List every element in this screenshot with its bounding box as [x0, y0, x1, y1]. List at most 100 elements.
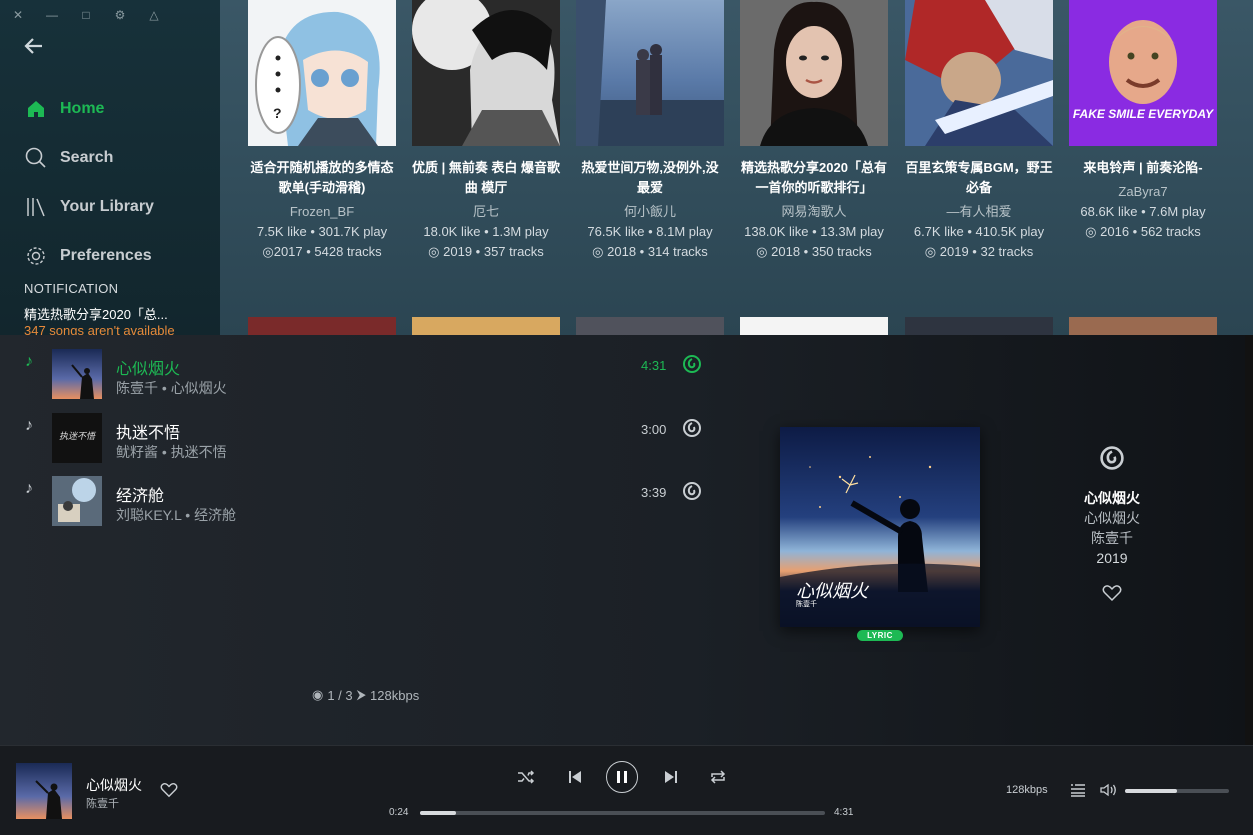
shuffle-icon[interactable] — [516, 761, 536, 793]
previous-icon[interactable] — [565, 761, 585, 793]
volume-slider[interactable] — [1125, 789, 1229, 793]
queue-position: 1 / 3 — [327, 687, 353, 703]
track-title[interactable]: 心似烟火 — [116, 355, 180, 379]
netease-icon: ◎ — [262, 244, 274, 259]
heart-icon[interactable] — [160, 782, 178, 803]
playlist-card[interactable]: 热爱世间万物,没例外,没最爱 何小飯儿 76.5K like • 8.1M pl… — [575, 0, 725, 262]
playlist-cover[interactable] — [412, 317, 560, 335]
playlist-cover[interactable]: FAKE SMILE EVERYDAY — [1069, 0, 1217, 146]
playlist-cover[interactable] — [412, 0, 560, 146]
info-album[interactable]: 心似烟火 — [1012, 508, 1212, 528]
netease-source-icon[interactable] — [682, 354, 702, 374]
track-title[interactable]: 经济舱 — [116, 482, 164, 506]
player-thumbnail[interactable] — [16, 763, 72, 819]
netease-source-icon[interactable] — [682, 481, 702, 501]
track-artist[interactable]: 刘聪KEY.L — [116, 507, 181, 523]
player-artist[interactable]: 陈壹千 — [86, 795, 119, 811]
playlist-meta-text: 2019 • 357 tracks — [443, 244, 544, 259]
playlist-meta: ◎ 2019 • 32 tracks — [904, 242, 1054, 262]
playlist-title[interactable]: 精选热歌分享2020「总有一首你的听歌排行」 — [739, 158, 889, 198]
next-icon[interactable] — [661, 761, 681, 793]
pause-button[interactable] — [606, 761, 638, 793]
repeat-icon[interactable] — [708, 761, 728, 793]
back-arrow-icon[interactable] — [22, 34, 46, 63]
library-icon — [24, 195, 48, 219]
notification-title: NOTIFICATION — [24, 281, 119, 296]
album-cover[interactable]: 心似烟火 陈壹千 — [780, 427, 980, 627]
track-separator: • — [185, 507, 191, 523]
playlist-meta-text: 2017 • 5428 tracks — [273, 244, 382, 259]
playlist-title[interactable]: 热爱世间万物,没例外,没最爱 — [575, 158, 725, 198]
playlist-cover[interactable] — [740, 317, 888, 335]
playlist-card[interactable]: 百里玄策专属BGM，野王必备 —有人相爱 6.7K like • 410.5K … — [904, 0, 1054, 262]
playlist-card[interactable]: 优质 | 無前奏 表白 爆音歌曲 模厅 厄七 18.0K like • 1.3M… — [411, 0, 561, 262]
playlist-cover[interactable] — [576, 0, 724, 146]
record-icon: ◉ — [312, 687, 324, 702]
elapsed-time: 0:24 — [389, 807, 409, 818]
track-album[interactable]: 经济舱 — [194, 507, 236, 523]
progress-bar[interactable] — [420, 811, 825, 815]
playlist-cover[interactable] — [740, 0, 888, 146]
track-duration: 3:39 — [641, 485, 667, 500]
playlist-meta-text: 2016 • 562 tracks — [1100, 224, 1201, 239]
playlist-title[interactable]: 百里玄策专属BGM，野王必备 — [904, 158, 1054, 198]
track-title[interactable]: 执迷不悟 — [116, 419, 180, 443]
playlist-owner[interactable]: —有人相爱 — [904, 202, 1054, 222]
queue-quality: 128kbps — [370, 687, 420, 703]
close-icon[interactable]: ✕ — [8, 8, 28, 22]
queue-icon[interactable] — [1070, 783, 1086, 802]
info-year: 2019 — [1096, 550, 1128, 566]
notification-text[interactable]: 精选热歌分享2020「总... — [24, 304, 204, 323]
playlist-card[interactable]: ? 适合开随机播放的多情态歌单(手动滑稽) Frozen_BF 7.5K lik… — [247, 0, 397, 262]
heart-icon[interactable] — [1012, 584, 1212, 607]
playlist-title[interactable]: 适合开随机播放的多情态歌单(手动滑稽) — [247, 158, 397, 198]
track-row[interactable]: ♪ 经济舱 刘聪KEY.L • 经济舱 3:39 — [0, 462, 720, 526]
notification-subtext: 347 songs aren't available — [24, 323, 175, 335]
playlist-title[interactable]: 来电铃声 | 前奏沦陷- — [1068, 158, 1218, 178]
playlist-stats: 76.5K like • 8.1M play — [587, 224, 713, 239]
playlist-owner[interactable]: Frozen_BF — [247, 202, 397, 222]
playlist-cover[interactable] — [248, 317, 396, 335]
playlist-owner[interactable]: ZaByra7 — [1068, 182, 1218, 202]
playlist-cover[interactable] — [905, 317, 1053, 335]
nav-home[interactable]: Home — [24, 84, 154, 133]
volume-icon[interactable] — [1100, 783, 1118, 802]
player-title[interactable]: 心似烟火 — [86, 775, 142, 795]
cover-artist: 陈壹千 — [796, 601, 817, 608]
music-note-icon: ♪ — [25, 417, 33, 434]
playlist-cover[interactable] — [576, 317, 724, 335]
lyric-badge[interactable]: LYRIC — [857, 630, 903, 641]
track-separator: • — [161, 444, 167, 460]
track-album[interactable]: 执迷不悟 — [171, 444, 227, 460]
nav-library[interactable]: Your Library — [24, 182, 154, 231]
playlist-stats: 6.7K like • 410.5K play — [913, 224, 1045, 239]
track-separator: • — [161, 380, 167, 396]
home-icon — [24, 97, 48, 121]
playlist-card[interactable]: FAKE SMILE EVERYDAY 来电铃声 | 前奏沦陷- ZaByra7… — [1068, 0, 1218, 242]
playlist-title[interactable]: 优质 | 無前奏 表白 爆音歌曲 模厅 — [411, 158, 561, 198]
volume-fill — [1125, 789, 1177, 793]
playlist-owner[interactable]: 何小飯儿 — [575, 202, 725, 222]
settings-small-icon[interactable]: ⚙ — [110, 8, 130, 22]
netease-source-icon[interactable] — [682, 418, 702, 438]
track-row[interactable]: ♪ 心似烟火 陈壹千 • 心似烟火 4:31 — [0, 335, 720, 399]
maximize-icon[interactable]: □ — [76, 8, 96, 22]
playlist-cover[interactable] — [905, 0, 1053, 146]
triangle-icon[interactable]: △ — [144, 8, 164, 22]
track-artist[interactable]: 鱿籽酱 — [116, 444, 158, 460]
playlist-owner[interactable]: 网易淘歌人 — [739, 202, 889, 222]
playlist-cover[interactable]: ? — [248, 0, 396, 146]
playlist-owner[interactable]: 厄七 — [411, 202, 561, 222]
playlist-card[interactable]: 精选热歌分享2020「总有一首你的听歌排行」 网易淘歌人 138.0K like… — [739, 0, 889, 262]
nav-preferences[interactable]: Preferences — [24, 231, 154, 280]
track-artist[interactable]: 陈壹千 — [116, 380, 158, 396]
playlist-cover[interactable] — [1069, 317, 1217, 335]
track-row[interactable]: ♪ 执迷不悟 执迷不悟 鱿籽酱 • 执迷不悟 3:00 — [0, 399, 720, 463]
nav-search[interactable]: Search — [24, 133, 154, 182]
track-subtitle: 陈壹千 • 心似烟火 — [116, 378, 227, 398]
netease-source-icon[interactable] — [1012, 445, 1212, 476]
info-artist[interactable]: 陈壹千 — [1012, 528, 1212, 548]
track-album[interactable]: 心似烟火 — [171, 380, 227, 396]
minimize-icon[interactable]: — — [42, 8, 62, 22]
info-title: 心似烟火 — [1084, 490, 1140, 506]
